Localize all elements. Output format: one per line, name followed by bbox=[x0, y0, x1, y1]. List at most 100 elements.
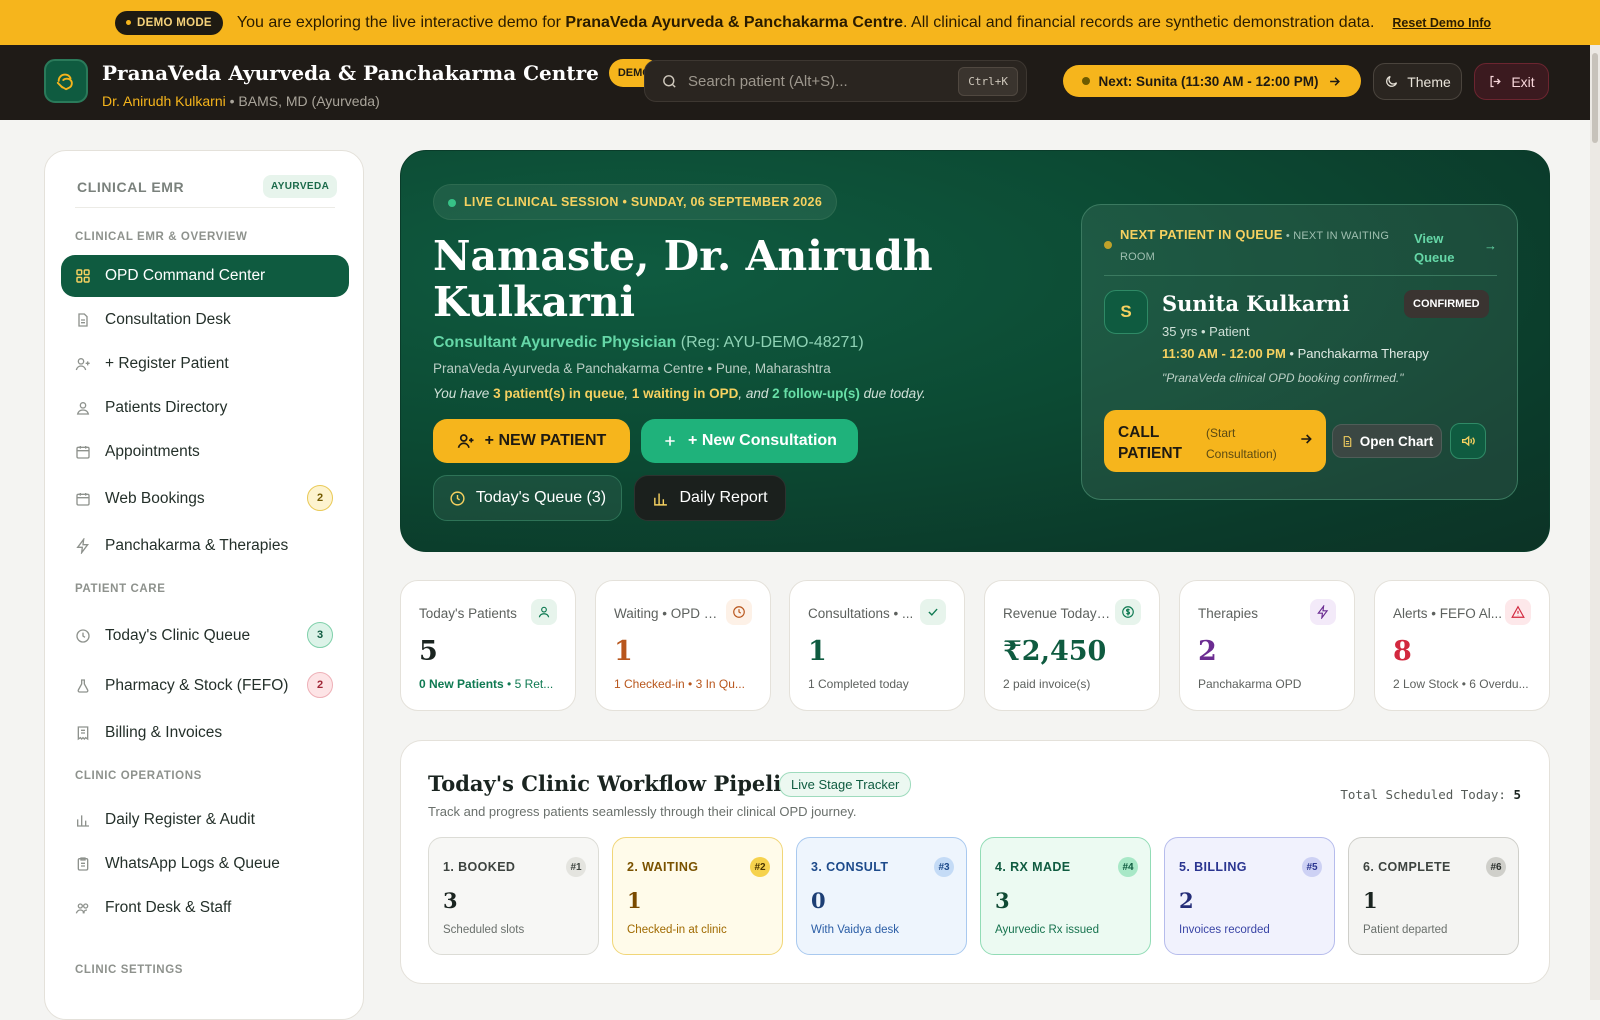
daily-report-button[interactable]: Daily Report bbox=[634, 475, 786, 521]
stage-billing[interactable]: 5. BILLING #5 2 Invoices recorded bbox=[1164, 837, 1335, 955]
speaker-icon bbox=[1462, 435, 1475, 447]
theme-button[interactable]: Theme bbox=[1373, 63, 1462, 100]
sidebar-item-patients-directory[interactable]: Patients Directory bbox=[61, 387, 349, 429]
web-bookings-badge: 2 bbox=[307, 485, 333, 511]
stat-card-waiting[interactable]: Waiting • OPD Q... 1 1 Checked-in • 3 In… bbox=[595, 580, 771, 711]
clinic-address: PranaVeda Ayurveda & Panchakarma Centre … bbox=[433, 361, 831, 376]
reset-demo-link[interactable]: Reset Demo Info bbox=[1392, 16, 1491, 30]
document-icon bbox=[1343, 435, 1352, 447]
view-queue-link[interactable]: View Queue bbox=[1414, 229, 1474, 267]
top-header: PranaVeda Ayurveda & Panchakarma Centre … bbox=[0, 45, 1600, 120]
user-plus-icon bbox=[457, 434, 474, 449]
appointment-time: 11:30 AM - 12:00 PM • Panchakarma Therap… bbox=[1162, 346, 1429, 361]
clock-icon bbox=[726, 599, 752, 625]
sidebar-item-billing-invoices[interactable]: Billing & Invoices bbox=[61, 712, 349, 754]
sidebar-item-todays-clinic-queue[interactable]: Today's Clinic Queue 3 bbox=[61, 615, 349, 657]
divider bbox=[1104, 275, 1497, 276]
arrow-right-icon bbox=[1301, 434, 1312, 444]
search-icon bbox=[663, 74, 676, 88]
lightning-icon bbox=[1310, 599, 1336, 625]
stage-rx-made[interactable]: 4. RX MADE #4 3 Ayurvedic Rx issued bbox=[980, 837, 1151, 955]
users-icon bbox=[76, 402, 90, 415]
stage-booked[interactable]: 1. BOOKED #1 3 Scheduled slots bbox=[428, 837, 599, 955]
sidebar-item-opd-command-center[interactable]: OPD Command Center bbox=[61, 255, 349, 297]
sidebar-tag: AYURVEDA bbox=[263, 175, 338, 198]
section-clinic-operations: CLINIC OPERATIONS bbox=[75, 770, 202, 782]
scrollbar-thumb[interactable] bbox=[1592, 53, 1598, 143]
sidebar-item-whatsapp-logs[interactable]: WhatsApp Logs & Queue bbox=[61, 843, 349, 885]
sidebar-item-web-bookings[interactable]: Web Bookings 2 bbox=[61, 478, 349, 520]
workflow-pipeline: Today's Clinic Workflow Pipeline Live St… bbox=[400, 740, 1550, 984]
check-icon bbox=[920, 599, 946, 625]
sidebar-item-pharmacy-stock[interactable]: Pharmacy & Stock (FEFO) 2 bbox=[61, 665, 349, 707]
plus-icon bbox=[665, 436, 675, 446]
stage-complete[interactable]: 6. COMPLETE #6 1 Patient departed bbox=[1348, 837, 1519, 955]
status-badge: CONFIRMED bbox=[1404, 290, 1489, 318]
arrow-right-icon bbox=[1329, 76, 1340, 86]
patient-avatar: S bbox=[1104, 290, 1148, 334]
announce-button[interactable] bbox=[1450, 423, 1486, 459]
section-patient-care: PATIENT CARE bbox=[75, 583, 166, 595]
next-patient-heading: NEXT PATIENT IN QUEUE • NEXT IN WAITING … bbox=[1104, 225, 1404, 267]
doctor-name: Dr. Anirudh Kulkarni bbox=[102, 93, 226, 109]
sidebar-item-register-patient[interactable]: + Register Patient bbox=[61, 343, 349, 385]
stat-card-todays-patients[interactable]: Today's Patients 5 0 New Patients • 5 Re… bbox=[400, 580, 576, 711]
hero-panel: LIVE CLINICAL SESSION • SUNDAY, 06 SEPTE… bbox=[400, 150, 1550, 552]
clinic-logo[interactable] bbox=[44, 59, 88, 103]
call-patient-button[interactable]: CALL PATIENT (Start Consultation) bbox=[1104, 410, 1326, 472]
demo-banner: DEMO MODE You are exploring the live int… bbox=[0, 0, 1600, 45]
document-icon bbox=[78, 313, 88, 327]
next-patient-button[interactable]: Next: Sunita (11:30 AM - 12:00 PM) bbox=[1063, 65, 1361, 97]
new-consultation-button[interactable]: + New Consultation bbox=[641, 419, 858, 463]
todays-queue-button[interactable]: Today's Queue (3) bbox=[433, 475, 622, 521]
stage-waiting[interactable]: 2. WAITING #2 1 Checked-in at clinic bbox=[612, 837, 783, 955]
live-stage-tracker-badge: Live Stage Tracker bbox=[779, 772, 912, 797]
bar-chart-icon bbox=[654, 493, 668, 506]
logout-icon bbox=[1490, 75, 1502, 88]
divider bbox=[75, 207, 335, 208]
team-icon bbox=[75, 903, 89, 914]
greeting-title: Namaste, Dr. Anirudh Kulkarni bbox=[433, 232, 933, 326]
exit-button[interactable]: Exit bbox=[1474, 63, 1549, 100]
open-chart-button[interactable]: Open Chart bbox=[1332, 424, 1442, 458]
stat-card-consultations[interactable]: Consultations • ... 1 1 Completed today bbox=[789, 580, 965, 711]
booking-note: "PranaVeda clinical OPD booking confirme… bbox=[1162, 371, 1404, 385]
status-dot bbox=[1104, 241, 1112, 249]
currency-icon bbox=[1115, 599, 1141, 625]
calendar-icon bbox=[76, 493, 90, 506]
next-patient-card: NEXT PATIENT IN QUEUE • NEXT IN WAITING … bbox=[1081, 204, 1518, 500]
section-overview: CLINICAL EMR & OVERVIEW bbox=[75, 231, 248, 243]
clipboard-icon bbox=[77, 857, 89, 871]
brand-block: PranaVeda Ayurveda & Panchakarma Centre … bbox=[102, 59, 660, 109]
queue-summary: You have 3 patient(s) in queue, 1 waitin… bbox=[433, 386, 926, 401]
patient-age: 35 yrs • Patient bbox=[1162, 324, 1250, 339]
receipt-icon bbox=[77, 726, 89, 741]
sidebar-item-appointments[interactable]: Appointments bbox=[61, 431, 349, 473]
stat-card-revenue[interactable]: Revenue Today •... ₹2,450 2 paid invoice… bbox=[984, 580, 1160, 711]
sidebar-item-panchakarma-therapies[interactable]: Panchakarma & Therapies bbox=[61, 525, 349, 567]
doctor-role: Consultant Ayurvedic Physician (Reg: AYU… bbox=[433, 334, 864, 351]
sidebar-item-consultation-desk[interactable]: Consultation Desk bbox=[61, 299, 349, 341]
user-plus-icon bbox=[75, 358, 90, 371]
search-shortcut: Ctrl+K bbox=[958, 66, 1018, 96]
flask-icon bbox=[77, 679, 89, 693]
stage-consult[interactable]: 3. CONSULT #3 0 With Vaidya desk bbox=[796, 837, 967, 955]
arrow-right-icon[interactable]: → bbox=[1484, 238, 1497, 253]
clinic-name: PranaVeda Ayurveda & Panchakarma Centre bbox=[102, 61, 599, 85]
bar-chart-icon bbox=[77, 815, 89, 827]
live-session-pill: LIVE CLINICAL SESSION • SUNDAY, 06 SEPTE… bbox=[433, 184, 838, 220]
sidebar-item-daily-register[interactable]: Daily Register & Audit bbox=[61, 799, 349, 841]
search-input[interactable]: Search patient (Alt+S)... Ctrl+K bbox=[644, 60, 1027, 102]
new-patient-button[interactable]: + NEW PATIENT bbox=[433, 419, 630, 463]
demo-mode-pill: DEMO MODE bbox=[115, 10, 223, 35]
status-dot bbox=[1082, 77, 1091, 85]
page-scrollbar[interactable] bbox=[1590, 45, 1600, 1000]
pharmacy-badge: 2 bbox=[307, 672, 333, 698]
stat-card-alerts[interactable]: Alerts • FEFO Al... 8 2 Low Stock • 6 Ov… bbox=[1374, 580, 1550, 711]
stat-card-therapies[interactable]: Therapies 2 Panchakarma OPD bbox=[1179, 580, 1355, 711]
patient-name[interactable]: Sunita Kulkarni bbox=[1162, 291, 1350, 316]
workflow-title: Today's Clinic Workflow Pipeline bbox=[428, 771, 810, 796]
demo-banner-text: You are exploring the live interactive d… bbox=[236, 13, 1375, 31]
next-patient-label: Next: Sunita (11:30 AM - 12:00 PM) bbox=[1098, 73, 1319, 89]
sidebar-item-front-desk-staff[interactable]: Front Desk & Staff bbox=[61, 887, 349, 929]
